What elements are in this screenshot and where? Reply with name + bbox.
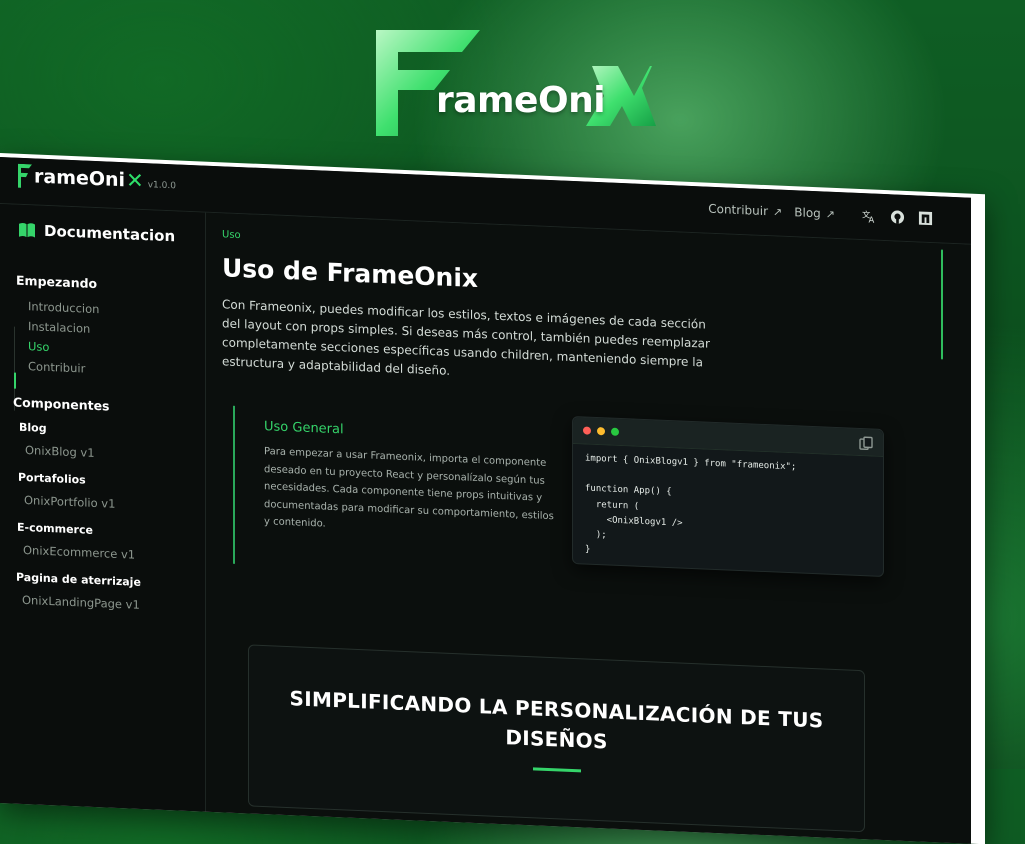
sidebar-group-blog: Blog: [19, 420, 47, 435]
nav-link-contribuir[interactable]: Contribuir ↗: [708, 202, 782, 219]
copy-icon[interactable]: [859, 435, 873, 455]
sidebar-item-onixblog[interactable]: OnixBlog v1: [25, 443, 95, 460]
book-icon: [19, 222, 35, 238]
brand[interactable]: rameOni ✕ v1.0.0: [18, 163, 176, 195]
hero-logo: rameOni: [372, 26, 657, 141]
window-maximize-dot: [611, 427, 619, 436]
sidebar-rail-active: [14, 372, 16, 389]
code-card: import { OnixBlogv1 } from "frameonix"; …: [572, 415, 884, 578]
intro-paragraph: Con Frameonix, puedes modificar los esti…: [222, 297, 710, 378]
external-link-icon: ↗: [773, 204, 783, 219]
sidebar-section-empezando: Empezando: [16, 272, 98, 292]
version-badge: v1.0.0: [147, 180, 176, 192]
github-icon[interactable]: [889, 208, 905, 225]
brand-name: rameOni: [34, 165, 126, 192]
nav-link-blog[interactable]: Blog ↗: [794, 205, 835, 221]
brand-f-icon: [18, 163, 32, 188]
sidebar-group-ecommerce: E-commerce: [17, 520, 93, 537]
usage-title: Uso General: [264, 419, 344, 438]
sidebar-item-onixportfolio[interactable]: OnixPortfolio v1: [24, 493, 115, 511]
page-title: Uso de FrameOnix: [222, 253, 479, 294]
banner-title: SIMPLIFICANDO LA PERSONALIZACIÓN DE TUS …: [289, 686, 824, 754]
hero-logo-text: rameOni: [436, 80, 606, 121]
sidebar-item-instalacion[interactable]: Instalacion: [28, 319, 90, 336]
sidebar-title: Documentacion: [18, 221, 175, 245]
code-card-header: [573, 417, 883, 458]
sidebar-group-portafolios: Portafolios: [18, 470, 86, 487]
breadcrumb[interactable]: Uso: [222, 229, 241, 241]
main-content: Uso Uso de FrameOnix Con Frameonix, pued…: [206, 212, 971, 844]
sidebar-item-introduccion[interactable]: Introduccion: [28, 299, 99, 316]
sidebar-item-onixecommerce[interactable]: OnixEcommerce v1: [23, 543, 135, 562]
docs-page: rameOni ✕ v1.0.0 Contribuir ↗ Blog ↗ 文A: [0, 157, 971, 844]
brand-x-icon: ✕: [126, 168, 144, 194]
scrollbar[interactable]: [941, 249, 943, 360]
sidebar-group-landing: Pagina de aterrizaje: [16, 570, 141, 589]
usage-accent-bar: [233, 405, 235, 564]
sidebar: Documentacion Empezando Introduccion Ins…: [0, 204, 206, 812]
sidebar-section-componentes: Componentes: [13, 394, 110, 414]
sidebar-item-uso[interactable]: Uso: [28, 339, 49, 354]
svg-text:A: A: [868, 214, 874, 223]
code-snippet[interactable]: import { OnixBlogv1 } from "frameonix"; …: [585, 452, 796, 567]
sidebar-item-contribuir[interactable]: Contribuir: [28, 359, 85, 375]
external-link-icon: ↗: [825, 207, 835, 221]
window-close-dot: [583, 426, 591, 435]
feature-banner: SIMPLIFICANDO LA PERSONALIZACIÓN DE TUS …: [248, 644, 865, 833]
screenshot-frame: rameOni ✕ v1.0.0 Contribuir ↗ Blog ↗ 文A: [0, 153, 985, 844]
banner-accent-line: [532, 767, 581, 773]
npm-icon[interactable]: [917, 209, 933, 226]
usage-text: Para empezar a usar Frameonix, importa e…: [264, 446, 554, 530]
window-minimize-dot: [597, 427, 605, 436]
sidebar-item-onixlandingpage[interactable]: OnixLandingPage v1: [22, 593, 140, 612]
translate-icon[interactable]: 文A: [861, 207, 877, 224]
top-nav: Contribuir ↗ Blog ↗ 文A: [708, 201, 933, 226]
